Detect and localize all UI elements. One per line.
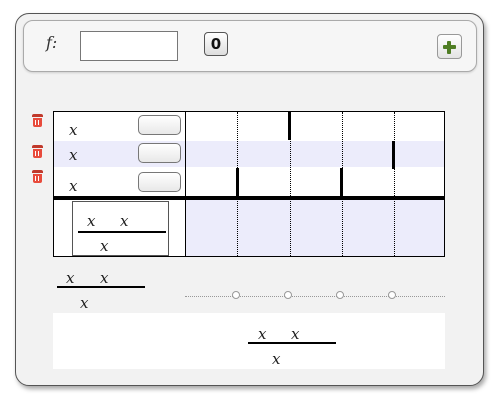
numerator-x: x xyxy=(120,212,129,230)
bottom-area xyxy=(185,200,444,256)
row-marker xyxy=(392,141,395,169)
axis-tick[interactable] xyxy=(336,291,344,299)
summary-fraction-bar xyxy=(57,286,145,288)
column-divider xyxy=(185,112,186,256)
trash-icon[interactable] xyxy=(32,145,43,158)
row-variable: x xyxy=(69,177,78,195)
zero-button[interactable]: 0 xyxy=(204,32,228,56)
add-button[interactable] xyxy=(437,34,462,59)
f-input[interactable] xyxy=(80,31,178,61)
axis-tick[interactable] xyxy=(232,291,240,299)
trash-icon[interactable] xyxy=(32,114,43,127)
row-variable: x xyxy=(69,146,78,164)
row-marker xyxy=(340,168,343,196)
expression-box[interactable]: x x x xyxy=(72,201,169,256)
trash-icon[interactable] xyxy=(32,170,43,183)
row-button[interactable] xyxy=(138,115,181,135)
axis-tick[interactable] xyxy=(388,291,396,299)
axis-tick[interactable] xyxy=(284,291,292,299)
summary-numerator-x: x xyxy=(100,269,109,287)
f-label: f: xyxy=(46,33,58,52)
grid-divider xyxy=(394,112,395,256)
result-fraction-bar xyxy=(248,342,336,344)
numerator-x: x xyxy=(87,212,96,230)
result-numerator-x: x xyxy=(291,325,300,343)
row-marker xyxy=(236,168,239,196)
result-denominator-x: x xyxy=(272,350,281,368)
row-marker xyxy=(288,112,291,140)
axis-line xyxy=(185,296,445,297)
fraction-bar xyxy=(78,231,166,233)
row-separator xyxy=(54,196,444,200)
row-variable: x xyxy=(69,121,78,139)
result-numerator-x: x xyxy=(258,325,267,343)
highlight-row xyxy=(54,141,444,167)
denominator-x: x xyxy=(100,237,109,255)
row-button[interactable] xyxy=(138,172,181,192)
summary-numerator-x: x xyxy=(66,269,75,287)
row-button[interactable] xyxy=(138,143,181,163)
result-area: x x x xyxy=(53,313,445,369)
summary-denominator-x: x xyxy=(80,294,89,312)
grid-table: x x x x x x xyxy=(53,111,445,257)
